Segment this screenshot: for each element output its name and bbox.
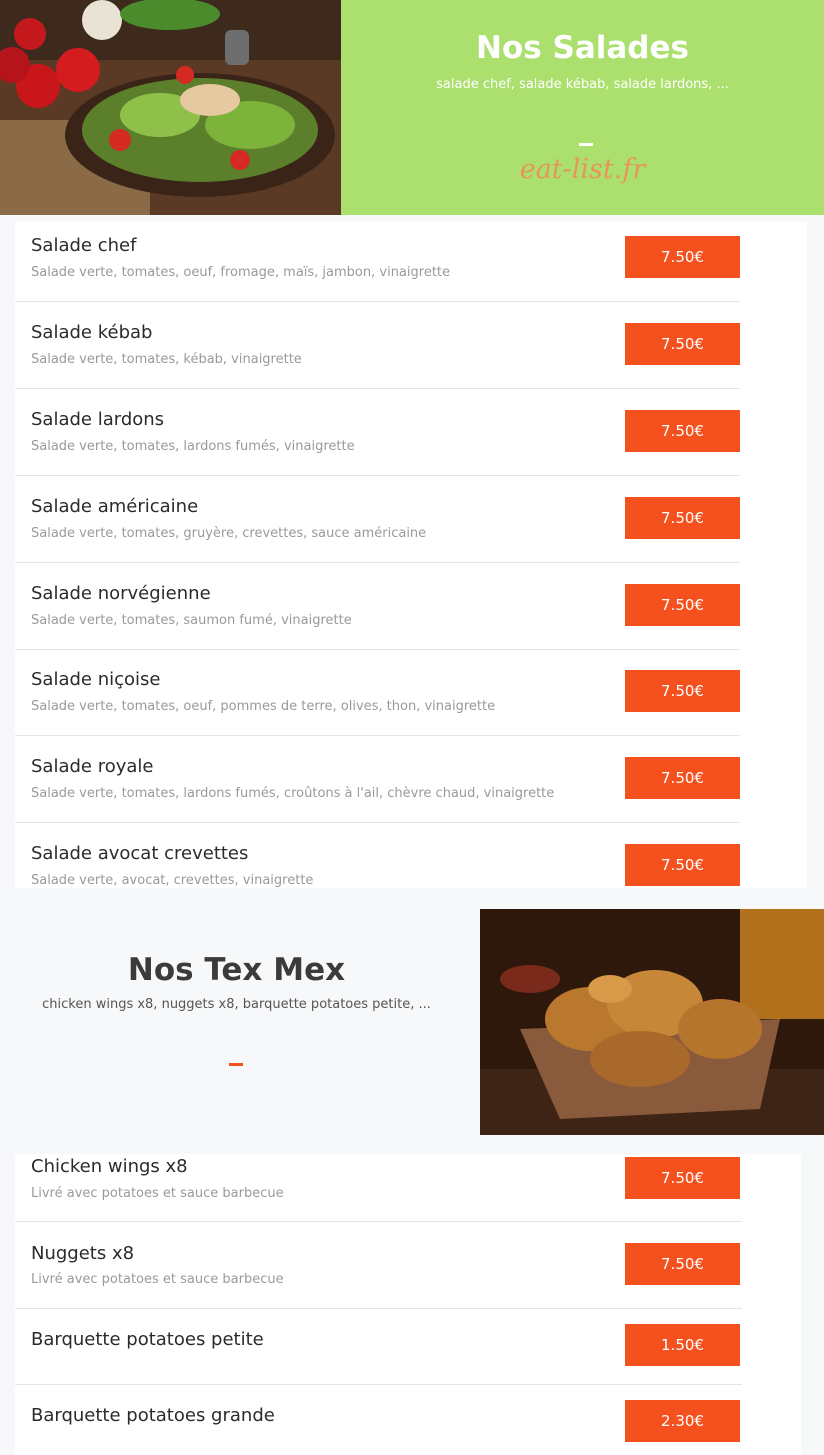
menu-item: Salade norvégienne Salade verte, tomates… (15, 563, 740, 650)
item-description: Salade verte, tomates, kébab, vinaigrett… (31, 352, 302, 367)
item-name: Nuggets x8 (31, 1243, 135, 1264)
menu-item: Salade chef Salade verte, tomates, oeuf,… (15, 215, 740, 302)
menu-item: Barquette potatoes petite 1.50€ (15, 1309, 742, 1385)
price-button[interactable]: 1.50€ (625, 1324, 740, 1366)
item-description: Livré avec potatoes et sauce barbecue (31, 1272, 284, 1287)
menu-item: Nuggets x8 Livré avec potatoes et sauce … (15, 1222, 742, 1309)
price-button[interactable]: 7.50€ (625, 1157, 740, 1199)
item-description: Salade verte, tomates, oeuf, fromage, ma… (31, 265, 451, 280)
salads-header: Nos Salades salade chef, salade kébab, s… (0, 0, 824, 215)
item-description: Salade verte, tomates, gruyère, crevette… (31, 526, 427, 541)
price-button[interactable]: 7.50€ (625, 236, 740, 278)
price-button[interactable]: 7.50€ (625, 757, 740, 799)
menu-item: Salade lardons Salade verte, tomates, la… (15, 389, 740, 476)
item-description: Salade verte, tomates, oeuf, pommes de t… (31, 699, 496, 714)
salad-image (0, 0, 341, 215)
item-description: Salade verte, tomates, saumon fumé, vina… (31, 613, 352, 628)
item-name: Salade avocat crevettes (31, 843, 249, 864)
texmex-subtitle: chicken wings x8, nuggets x8, barquette … (42, 997, 431, 1012)
menu-item: Salade royale Salade verte, tomates, lar… (15, 736, 740, 823)
menu-item: Barquette potatoes grande 2.30€ (15, 1385, 742, 1455)
price-button[interactable]: 7.50€ (625, 497, 740, 539)
menu-item: Salade kébab Salade verte, tomates, kéba… (15, 302, 740, 389)
menu-item: Salade américaine Salade verte, tomates,… (15, 476, 740, 563)
watermark: eat-list.fr (519, 154, 646, 185)
menu-item: Salade avocat crevettes Salade verte, av… (15, 823, 740, 910)
texmex-photo (480, 909, 824, 1135)
item-name: Salade royale (31, 756, 154, 777)
salads-subtitle: salade chef, salade kébab, salade lardon… (436, 77, 729, 92)
salads-divider (579, 143, 593, 146)
price-button[interactable]: 7.50€ (625, 670, 740, 712)
price-button[interactable]: 2.30€ (625, 1400, 740, 1442)
item-description: Salade verte, tomates, lardons fumés, vi… (31, 439, 355, 454)
salads-title: Nos Salades (476, 30, 689, 66)
texmex-header: Nos Tex Mex chicken wings x8, nuggets x8… (0, 909, 824, 1135)
salads-banner: Nos Salades salade chef, salade kébab, s… (341, 0, 824, 215)
item-name: Chicken wings x8 (31, 1156, 188, 1177)
item-name: Salade niçoise (31, 669, 161, 690)
price-button[interactable]: 7.50€ (625, 1243, 740, 1285)
texmex-divider (229, 1063, 243, 1066)
item-name: Barquette potatoes petite (31, 1329, 264, 1350)
price-button[interactable]: 7.50€ (625, 584, 740, 626)
item-name: Barquette potatoes grande (31, 1405, 275, 1426)
texmex-title: Nos Tex Mex (127, 952, 346, 988)
texmex-banner: Nos Tex Mex chicken wings x8, nuggets x8… (0, 909, 480, 1135)
item-description: Livré avec potatoes et sauce barbecue (31, 1186, 284, 1201)
item-name: Salade norvégienne (31, 583, 211, 604)
item-description: Salade verte, avocat, crevettes, vinaigr… (31, 873, 314, 888)
item-name: Salade kébab (31, 322, 153, 343)
price-button[interactable]: 7.50€ (625, 410, 740, 452)
item-name: Salade chef (31, 235, 137, 256)
salad-photo (0, 0, 341, 215)
price-button[interactable]: 7.50€ (625, 323, 740, 365)
item-name: Salade américaine (31, 496, 199, 517)
price-button[interactable]: 7.50€ (625, 844, 740, 886)
chicken-image (480, 909, 824, 1135)
menu-item: Chicken wings x8 Livré avec potatoes et … (15, 1135, 742, 1222)
item-description: Salade verte, tomates, lardons fumés, cr… (31, 786, 555, 801)
item-name: Salade lardons (31, 409, 165, 430)
menu-item: Salade niçoise Salade verte, tomates, oe… (15, 649, 740, 736)
